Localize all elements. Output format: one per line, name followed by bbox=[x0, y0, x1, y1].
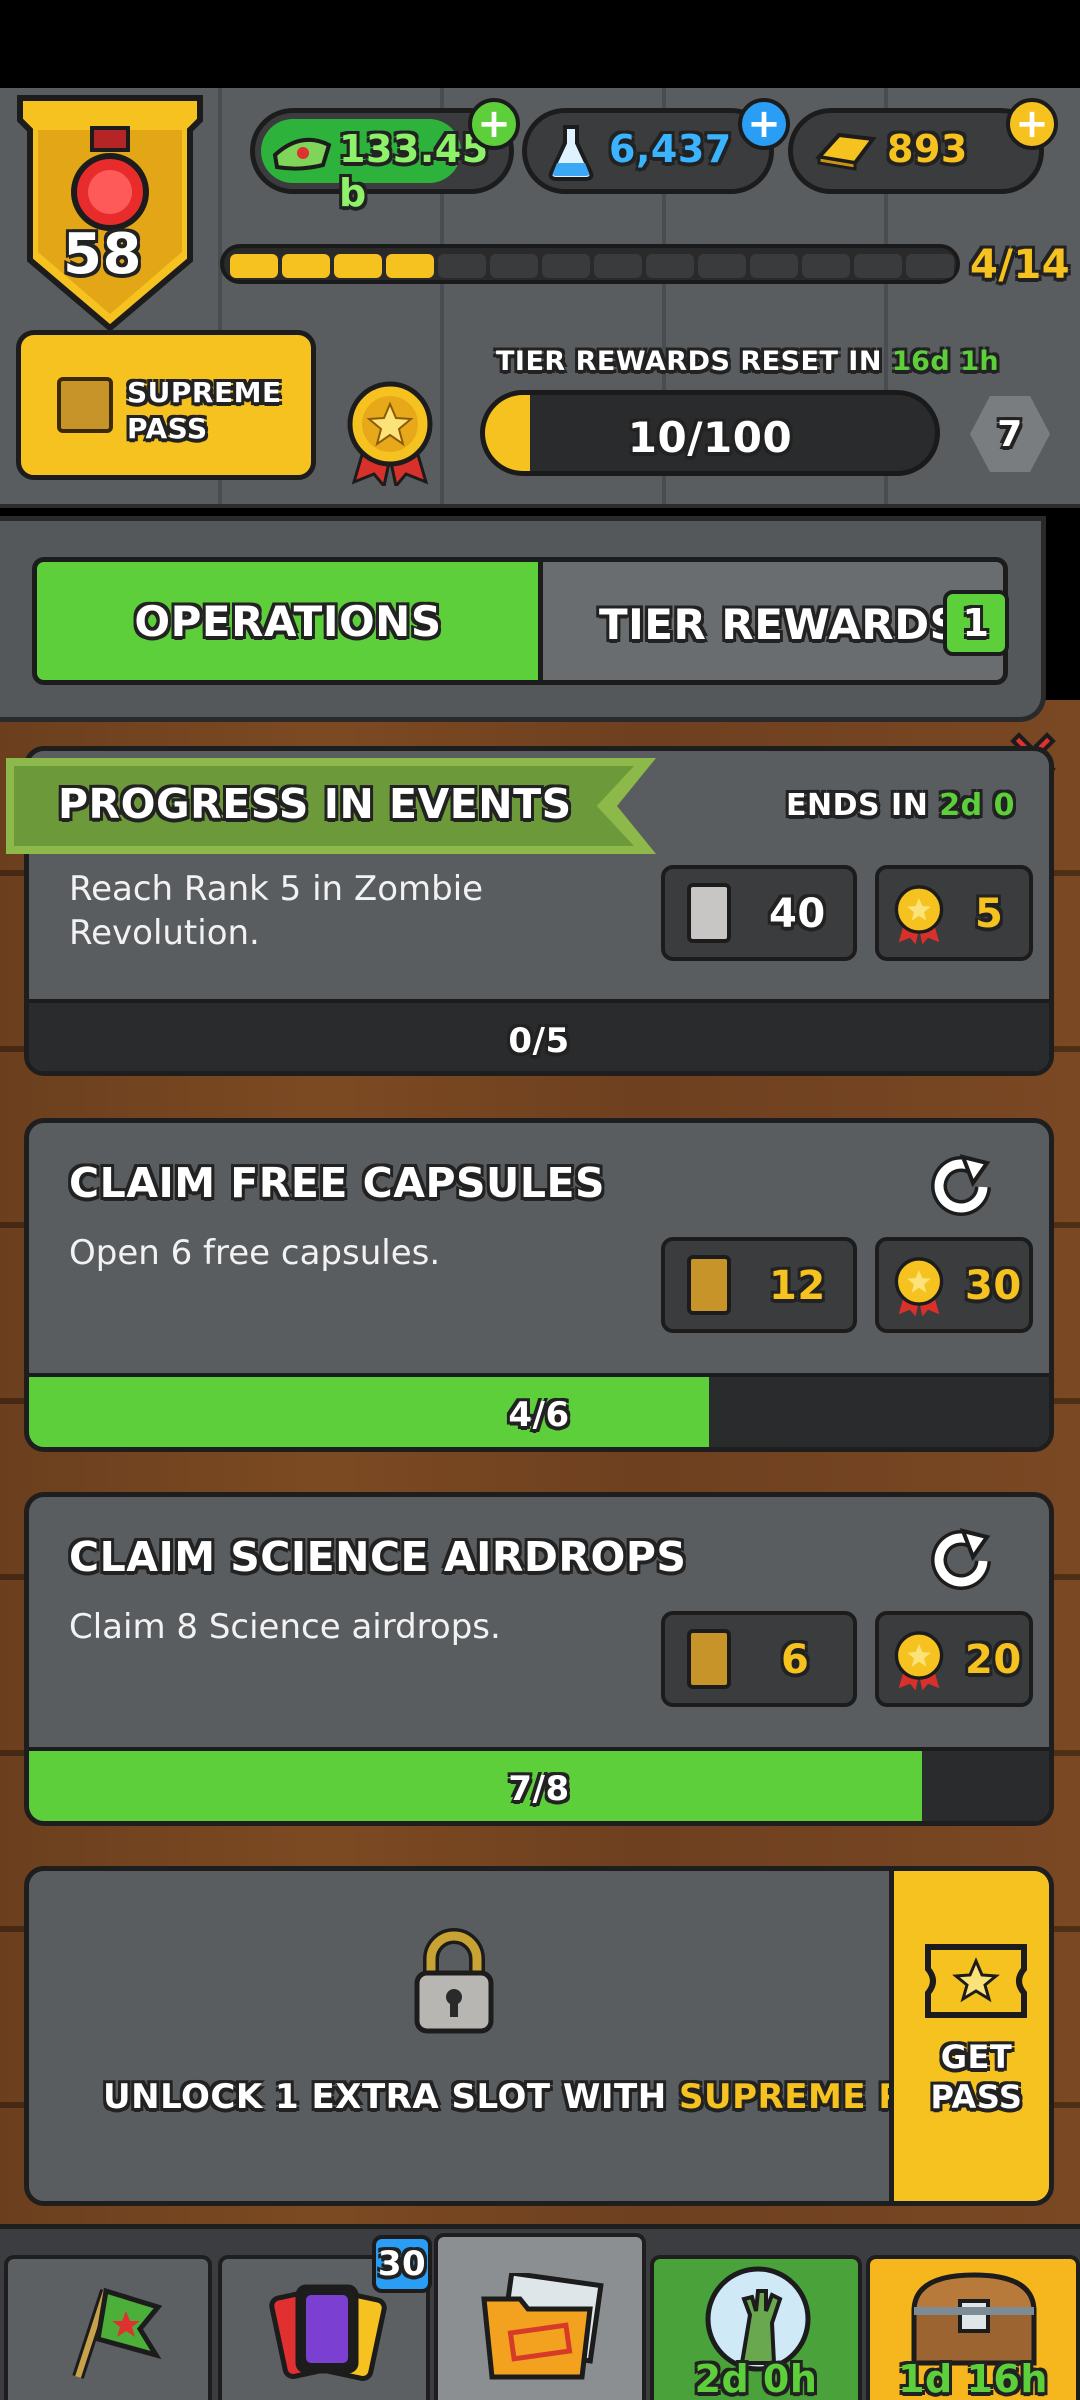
card-reward-value: 12 bbox=[769, 1263, 826, 1309]
mission-description: Open 6 free capsules. bbox=[69, 1233, 441, 1273]
card-reward: 40 bbox=[661, 865, 857, 961]
nav-tab-chest[interactable]: 1d 16h bbox=[866, 2255, 1080, 2400]
medal-reward-value: 30 bbox=[965, 1263, 1022, 1309]
gold-bars-icon bbox=[815, 132, 877, 171]
level-segment bbox=[334, 254, 382, 278]
nav-tab-event[interactable]: 2d 0h bbox=[650, 2255, 862, 2400]
tier-medal-icon bbox=[347, 381, 433, 486]
card-reward-value: 40 bbox=[769, 891, 826, 937]
mission-progress-text: 0/5 bbox=[508, 1021, 570, 1061]
event-timer: 2d 0h bbox=[694, 2357, 818, 2400]
mission-title: CLAIM SCIENCE AIRDROPS bbox=[69, 1533, 687, 1581]
treasure-chest-icon bbox=[911, 2272, 1037, 2366]
medal-icon bbox=[894, 885, 944, 945]
mission-description-line-1: Reach Rank 5 in Zombie bbox=[69, 869, 484, 909]
refresh-icon[interactable] bbox=[925, 1151, 997, 1223]
card-reward: 6 bbox=[661, 1611, 857, 1707]
level-segment bbox=[438, 254, 486, 278]
ends-in-time: 2d 0 bbox=[939, 788, 1015, 823]
level-segment bbox=[906, 254, 954, 278]
level-segment bbox=[230, 254, 278, 278]
tab-tier-rewards-label: TIER REWARDS bbox=[599, 600, 961, 649]
supreme-pass-label-1: SUPREME bbox=[127, 376, 282, 409]
locked-slot-card: UNLOCK 1 EXTRA SLOT WITH SUPREME PASS GE… bbox=[24, 1866, 1054, 2206]
mission-title: PROGRESS IN EVENTS bbox=[58, 780, 572, 828]
level-segment bbox=[802, 254, 850, 278]
mission-card-science-airdrops: CLAIM SCIENCE AIRDROPS Claim 8 Science a… bbox=[24, 1492, 1054, 1826]
get-pass-label-2: PASS bbox=[930, 2078, 1023, 2116]
add-cash-button[interactable]: + bbox=[468, 98, 520, 150]
cash-icon bbox=[272, 137, 332, 171]
medal-reward: 20 bbox=[875, 1611, 1033, 1707]
medal-reward-value: 5 bbox=[975, 891, 1004, 937]
tabs-panel: OPERATIONS TIER REWARDS 1 bbox=[0, 516, 1046, 722]
tier-progress-text: 10/100 bbox=[627, 413, 793, 462]
level-segment bbox=[282, 254, 330, 278]
padlock-icon bbox=[414, 1928, 494, 2034]
mission-title: CLAIM FREE CAPSULES bbox=[69, 1159, 605, 1207]
mission-progress-bar: 7/8 bbox=[29, 1747, 1049, 1821]
tier-reset-time: 16d 1h bbox=[891, 346, 1000, 377]
rank-banner-icon bbox=[17, 95, 203, 332]
chest-timer: 1d 16h bbox=[898, 2357, 1048, 2400]
mission-card-free-capsules: CLAIM FREE CAPSULES Open 6 free capsules… bbox=[24, 1118, 1054, 1452]
add-gold-button[interactable]: + bbox=[1006, 98, 1058, 150]
level-progress-bar bbox=[220, 244, 960, 284]
cards-count-badge: 30 bbox=[372, 2235, 432, 2293]
supreme-pass-button[interactable]: SUPREME PASS bbox=[16, 330, 316, 480]
player-level: 58 bbox=[63, 222, 142, 287]
ends-in-label: ENDS IN bbox=[786, 788, 929, 823]
silver-card-icon bbox=[687, 883, 731, 943]
add-science-button[interactable]: + bbox=[738, 98, 790, 150]
medal-icon bbox=[894, 1631, 944, 1691]
level-segment bbox=[750, 254, 798, 278]
get-pass-label-1: GET bbox=[940, 2038, 1013, 2076]
mission-progress-text: 7/8 bbox=[508, 1769, 570, 1809]
folder-icon bbox=[481, 2273, 604, 2380]
flask-icon bbox=[548, 125, 594, 181]
medal-reward: 30 bbox=[875, 1237, 1033, 1333]
card-reward-value: 6 bbox=[781, 1637, 810, 1683]
science-value: 6,437 bbox=[609, 127, 732, 171]
supreme-pass-checkbox-icon bbox=[57, 377, 113, 433]
pass-ticket-icon bbox=[925, 1944, 1027, 2018]
mission-description-line-2: Revolution. bbox=[69, 913, 260, 953]
tab-tier-rewards[interactable]: TIER REWARDS 1 bbox=[538, 557, 1009, 685]
tier-rewards-count-badge: 1 bbox=[943, 590, 1009, 656]
get-pass-button[interactable]: GET PASS bbox=[889, 1871, 1049, 2201]
nav-tab-map[interactable] bbox=[4, 2255, 212, 2400]
gold-card-icon bbox=[687, 1255, 731, 1315]
mission-progress-bar: 4/6 bbox=[29, 1373, 1049, 1447]
unlock-slot-text: UNLOCK 1 EXTRA SLOT WITH bbox=[103, 2077, 667, 2117]
cards-icon bbox=[269, 2284, 387, 2381]
tier-progress-bar: 10/100 bbox=[480, 390, 940, 476]
mission-progress-text: 4/6 bbox=[508, 1395, 570, 1435]
tier-reset-label: TIER REWARDS RESET IN bbox=[496, 346, 882, 377]
science-currency[interactable]: 6,437 bbox=[522, 108, 774, 194]
medal-reward-value: 20 bbox=[965, 1637, 1022, 1683]
card-reward: 12 bbox=[661, 1237, 857, 1333]
level-segment bbox=[386, 254, 434, 278]
gold-value: 893 bbox=[887, 127, 968, 171]
level-segment bbox=[646, 254, 694, 278]
gold-card-icon bbox=[687, 1629, 731, 1689]
bottom-navigation: 30 2d 0h 1d 16h bbox=[0, 2224, 1080, 2400]
flag-icon bbox=[72, 2287, 163, 2379]
medal-icon bbox=[894, 1257, 944, 1317]
mission-description: Claim 8 Science airdrops. bbox=[69, 1607, 501, 1647]
level-segment bbox=[594, 254, 642, 278]
status-bar bbox=[0, 0, 1080, 88]
level-segment bbox=[698, 254, 746, 278]
mission-progress-bar: 0/5 bbox=[29, 999, 1049, 1071]
level-progress-text: 4/14 bbox=[970, 242, 1071, 288]
level-segment bbox=[490, 254, 538, 278]
nav-tab-operations[interactable] bbox=[434, 2233, 646, 2400]
level-segment bbox=[854, 254, 902, 278]
refresh-icon[interactable] bbox=[925, 1525, 997, 1597]
medal-reward: 5 bbox=[875, 865, 1033, 961]
level-segment bbox=[542, 254, 590, 278]
rank-badge[interactable] bbox=[10, 90, 203, 332]
supreme-pass-label-2: PASS bbox=[127, 412, 208, 445]
tab-operations[interactable]: OPERATIONS bbox=[32, 557, 544, 685]
